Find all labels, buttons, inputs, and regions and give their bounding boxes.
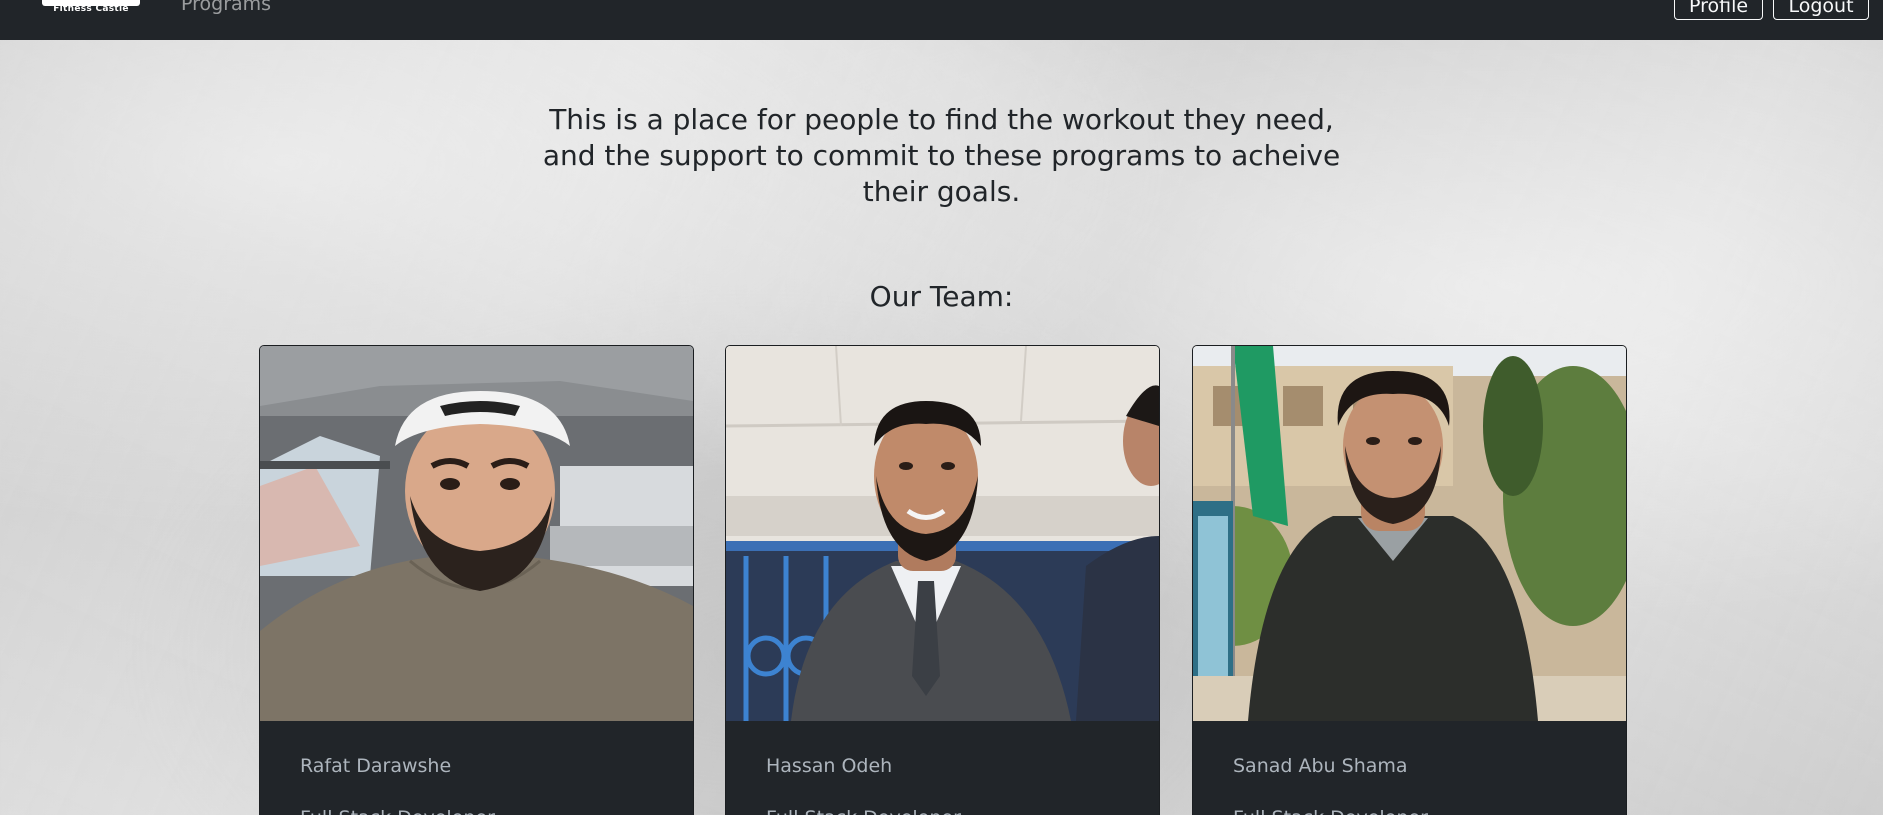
team-heading: Our Team:	[869, 280, 1014, 313]
logout-button[interactable]: Logout	[1773, 0, 1869, 20]
team-member-card: Hassan Odeh Full Stack Developer	[725, 345, 1160, 815]
nav-link-programs[interactable]: Programs	[181, 0, 271, 14]
team-member-card: Rafat Darawshe Full Stack Developer	[259, 345, 694, 815]
team-member-card: Sanad Abu Shama Full Stack Developer	[1192, 345, 1627, 815]
brand-logo[interactable]: Fitness Castle	[38, 0, 144, 18]
intro-line: and the support to commit to these progr…	[542, 139, 1341, 172]
intro-line: their goals.	[862, 175, 1021, 208]
intro-text: This is a place for people to find the w…	[500, 102, 1383, 210]
member-role: Full Stack Developer	[300, 806, 495, 815]
brand-text: Fitness Castle	[53, 4, 129, 14]
member-role: Full Stack Developer	[766, 806, 961, 815]
member-name: Hassan Odeh	[766, 755, 893, 777]
profile-button[interactable]: Profile	[1674, 0, 1763, 20]
member-role: Full Stack Developer	[1233, 806, 1428, 815]
top-navbar: Fitness Castle Programs Profile Logout	[0, 0, 1883, 40]
member-photo	[1193, 346, 1626, 721]
member-name: Sanad Abu Shama	[1233, 755, 1408, 777]
member-photo	[726, 346, 1159, 721]
intro-line: This is a place for people to find the w…	[549, 103, 1334, 136]
member-name: Rafat Darawshe	[300, 755, 452, 777]
member-photo	[260, 346, 693, 721]
